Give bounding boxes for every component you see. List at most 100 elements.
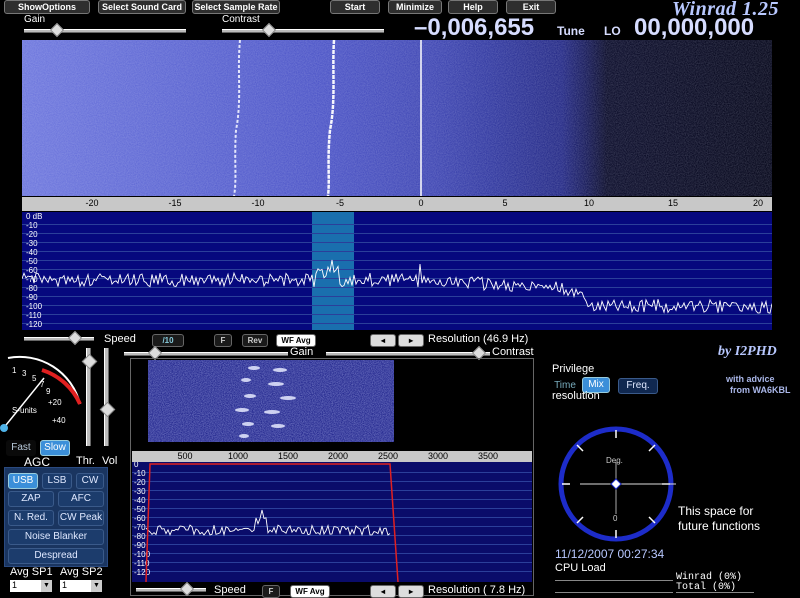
volume-label: Vol (102, 455, 118, 467)
cw-button[interactable]: CW (76, 473, 104, 489)
exit-button[interactable]: Exit (506, 0, 556, 14)
scale-tick: 3500 (477, 451, 499, 461)
audio-frequency-scale: 500 1000 1500 2000 2500 3000 3500 (132, 451, 532, 462)
contrast-slider[interactable] (222, 29, 384, 33)
smeter-units-label: S-units (12, 406, 37, 415)
contrast-slider-knob[interactable] (261, 22, 277, 38)
lsb-button[interactable]: LSB (42, 473, 72, 489)
lo-frequency-display[interactable]: 00,000,000 (634, 14, 754, 42)
show-options-button[interactable]: ShowOptions (4, 0, 90, 14)
scale-tick: 500 (177, 451, 193, 461)
audio-resolution-label: Resolution ( 7.8 Hz) (428, 584, 526, 596)
audio-wf-avg-button[interactable]: WF Avg (290, 585, 330, 598)
smeter-scale: 5 (32, 374, 37, 383)
audio-waterfall[interactable] (148, 360, 394, 442)
smeter-scale: 9 (46, 387, 51, 396)
volume-slider[interactable] (104, 348, 109, 446)
smeter-scale: 1 (12, 366, 17, 375)
resolution-priority-label: resolution (552, 390, 600, 402)
tune-frequency-display[interactable]: –0,006,655 (414, 14, 534, 42)
gain-slider[interactable] (24, 29, 186, 33)
speed-slider[interactable] (24, 337, 94, 341)
tune-label: Tune (557, 24, 585, 38)
scale-tick: 2000 (327, 451, 349, 461)
f-button[interactable]: F (214, 334, 232, 347)
audio-spectrum-display[interactable]: 0 -10 -20 -30 -40 -50 -60 -70 -80 -90 -1… (132, 462, 532, 582)
smeter-scale: 7 (40, 380, 45, 389)
agc-fast-button[interactable]: Fast (6, 440, 36, 456)
threshold-label: Thr. (76, 455, 95, 467)
advice-line-1: with advice (726, 374, 775, 384)
top-waterfall[interactable] (22, 40, 772, 196)
advice-line-2: from WA6KBL (730, 385, 791, 395)
despread-button[interactable]: Despread (8, 548, 104, 564)
audio-resolution-right-arrow[interactable]: ▸ (398, 585, 424, 598)
phase-scope: Deg. 0 (556, 424, 690, 544)
privilege-label: Privilege (552, 363, 595, 375)
chevron-down-icon: ▼ (91, 580, 102, 592)
scale-tick: 5 (502, 198, 508, 208)
audio-resolution-left-arrow[interactable]: ◂ (370, 585, 396, 598)
scale-tick: -15 (168, 198, 182, 208)
cpu-load-bar (555, 580, 673, 593)
smeter-scale: +40 (52, 416, 66, 425)
speed-value[interactable]: /10 (152, 334, 184, 347)
audio-contrast-label: Contrast (492, 346, 534, 358)
usb-button[interactable]: USB (8, 473, 38, 489)
avg-sp2-select[interactable]: 1 ▼ (60, 580, 102, 592)
gain-slider-knob[interactable] (49, 22, 65, 38)
s-meter: 1 3 5 7 9 +20 +40 S-units (0, 350, 82, 432)
audio-gain-label: Gain (290, 346, 314, 358)
rev-button[interactable]: Rev (242, 334, 268, 347)
avg-sp1-value: 1 (12, 580, 18, 590)
minimize-button[interactable]: Minimize (388, 0, 442, 14)
future-functions-line-2: future functions (678, 519, 761, 533)
noise-blanker-button[interactable]: Noise Blanker (8, 529, 104, 545)
top-frequency-scale: -20 -15 -10 -5 0 5 10 15 20 (22, 197, 772, 211)
lo-label: LO (604, 24, 621, 38)
avg-sp2-label: Avg SP2 (60, 566, 103, 578)
gain-label: Gain (24, 14, 46, 25)
audio-contrast-slider[interactable] (326, 352, 490, 356)
cpu-load-label: CPU Load (555, 562, 606, 574)
select-sample-rate-button[interactable]: Select Sample Rate (192, 0, 280, 14)
top-spectrum-display[interactable]: 0 dB -10 -20 -30 -40 -50 -60 -70 -80 -90… (22, 212, 772, 330)
resolution-left-arrow[interactable]: ◂ (370, 334, 396, 347)
avg-sp2-value: 1 (62, 580, 68, 590)
top-spectrum-trace (22, 259, 772, 314)
scale-tick: -10 (251, 198, 265, 208)
resolution-right-arrow[interactable]: ▸ (398, 334, 424, 347)
contrast-label: Contrast (222, 14, 260, 25)
speed-label: Speed (104, 333, 136, 345)
date-time-display: 11/12/2007 00:27:34 (555, 547, 665, 561)
scale-tick: 2500 (377, 451, 399, 461)
smeter-scale: 3 (22, 369, 27, 378)
zap-button[interactable]: ZAP (8, 491, 54, 507)
agc-slow-button[interactable]: Slow (40, 440, 70, 456)
help-button[interactable]: Help (448, 0, 498, 14)
afc-button[interactable]: AFC (58, 491, 104, 507)
phase-degrees-value: 0 (613, 514, 618, 523)
phase-degrees-label: Deg. (606, 456, 623, 465)
volume-slider-knob[interactable] (99, 401, 116, 418)
start-button[interactable]: Start (330, 0, 380, 14)
privilege-freq-button[interactable]: Freq. (618, 378, 658, 394)
scale-tick: 0 (418, 198, 424, 208)
audio-f-button[interactable]: F (262, 585, 280, 598)
scale-tick: 3000 (427, 451, 449, 461)
audio-speed-slider[interactable] (136, 588, 206, 592)
select-sound-card-button[interactable]: Select Sound Card (98, 0, 186, 14)
cw-peak-button[interactable]: CW Peak (58, 510, 104, 526)
scale-tick: 15 (667, 198, 679, 208)
audio-spectrum-trace (145, 463, 399, 582)
scale-tick: 20 (752, 198, 764, 208)
future-functions-line-1: This space for (678, 504, 754, 518)
chevron-down-icon: ▼ (41, 580, 52, 592)
speed-slider-knob[interactable] (67, 330, 83, 346)
noise-reduction-button[interactable]: N. Red. (8, 510, 54, 526)
avg-sp1-select[interactable]: 1 ▼ (10, 580, 52, 592)
scale-tick: 1500 (277, 451, 299, 461)
threshold-slider-knob[interactable] (81, 353, 98, 370)
cpu-load-divider (676, 592, 754, 593)
scale-tick: 10 (583, 198, 595, 208)
